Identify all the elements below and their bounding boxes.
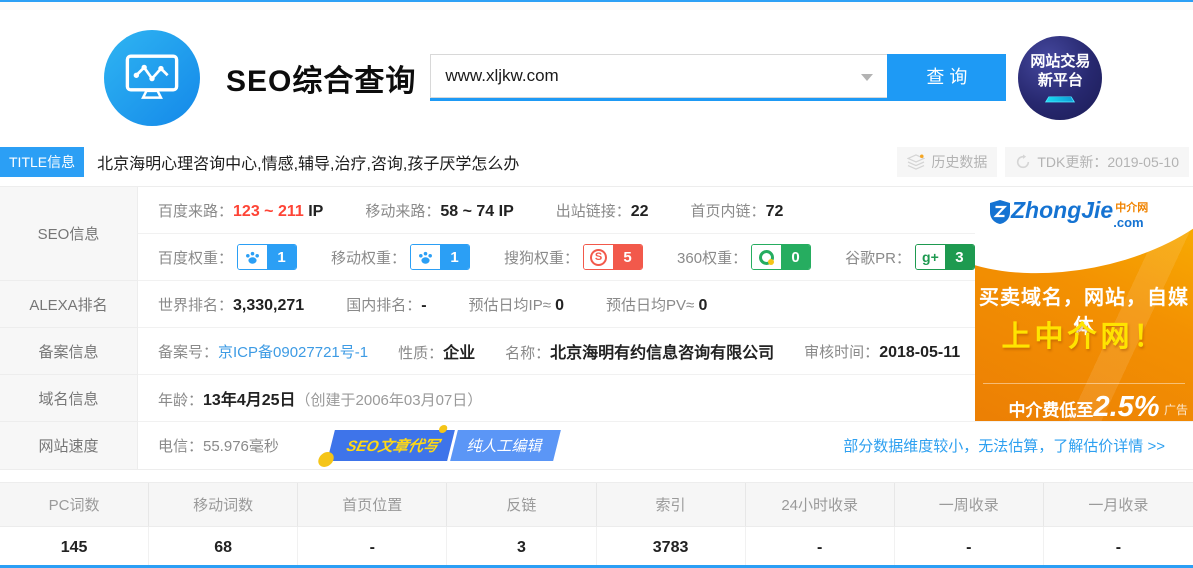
cn-rank: 国内排名：- xyxy=(346,294,426,315)
tdk-update-label: TDK更新：2019-05-10 xyxy=(1037,152,1179,172)
cell-pc-words: 145 xyxy=(0,527,149,568)
site-title-text: 北京海明心理咨询中心,情感,辅导,治疗,咨询,孩子厌学怎么办 xyxy=(97,150,519,174)
promo-line1: 网站交易 xyxy=(1030,52,1090,71)
ad-line2: 上中介网！ xyxy=(975,313,1193,355)
cell-24h-included: - xyxy=(746,527,895,568)
sidebar-item-seo-info: SEO信息 xyxy=(0,187,138,281)
history-data-label: 历史数据 xyxy=(931,152,987,172)
audit-date: 审核时间：2018-05-11 xyxy=(804,341,960,362)
google-plus-icon: g+ xyxy=(922,249,939,265)
cell-mobile-words: 68 xyxy=(149,527,298,568)
tdk-update-button[interactable]: TDK更新：2019-05-10 xyxy=(1005,147,1189,177)
baidu-weight-badge[interactable]: 1 xyxy=(237,244,297,270)
speed-row: 电信：55.976毫秒 SEO文章代写 纯人工编辑 部分数据维度较小，无法估算，… xyxy=(138,422,1193,469)
cell-month-included: - xyxy=(1044,527,1193,568)
query-button[interactable]: 查 询 xyxy=(887,54,1006,98)
sogou-weight-badge[interactable]: S 5 xyxy=(583,244,643,270)
so360-weight: 360权重： 0 xyxy=(677,244,811,270)
cell-home-position: - xyxy=(298,527,447,568)
icp-number-link[interactable]: 京ICP备09027721号-1 xyxy=(218,344,368,361)
promo-line2: 新平台 xyxy=(1038,71,1083,90)
seo-article-promo-badge[interactable]: SEO文章代写 纯人工编辑 xyxy=(327,430,560,461)
360-icon xyxy=(759,250,774,265)
seo-tool-logo xyxy=(104,30,200,126)
telecom-speed: 电信：55.976毫秒 xyxy=(158,435,279,456)
domain-age: 年龄：13年4月25日（创建于2006年03月07日） xyxy=(158,386,482,410)
page-title: SEO综合查询 xyxy=(226,56,416,100)
domain-age-row: 年龄：13年4月25日（创建于2006年03月07日） xyxy=(138,375,975,422)
cell-week-included: - xyxy=(895,527,1044,568)
baidu-weight: 百度权重： 1 xyxy=(158,244,297,270)
refresh-icon xyxy=(1015,154,1031,170)
col-header-24h-included: 24小时收录 xyxy=(746,483,895,527)
ad-tag-label: 广告 xyxy=(1164,401,1188,418)
platform-diamond-icon xyxy=(1045,96,1075,102)
search-bar: 查 询 xyxy=(430,54,1006,101)
alexa-row: 世界排名：3,330,271 国内排名：- 预估日均IP≈ 0 预估日均PV≈ … xyxy=(138,281,975,328)
monitor-chart-icon xyxy=(125,54,179,101)
sidebar-item-alexa: ALEXA排名 xyxy=(0,281,138,328)
title-bar: TITLE信息 北京海明心理咨询中心,情感,辅导,治疗,咨询,孩子厌学怎么办 历… xyxy=(0,145,1193,179)
mobile-weight: 移动权重： 1 xyxy=(331,244,470,270)
google-pr-badge[interactable]: g+ 3 xyxy=(915,244,975,270)
world-rank: 世界排名：3,330,271 xyxy=(158,294,304,315)
weights-row: 百度权重： 1 移动权重： 1 搜狗权重： S 5 xyxy=(138,234,975,281)
keyword-stats-table: PC词数 移动词数 首页位置 反链 索引 24小时收录 一周收录 一月收录 14… xyxy=(0,482,1193,568)
history-data-button[interactable]: 历史数据 xyxy=(897,147,997,177)
ad-divider xyxy=(983,383,1185,384)
mobile-traffic: 移动来路：58 ~ 74 IP xyxy=(365,200,513,221)
baidu-traffic: 百度来路：123 ~ 211 IP xyxy=(158,200,323,221)
domain-search-input[interactable] xyxy=(430,54,887,98)
beian-row: 备案号：京ICP备09027721号-1 性质：企业 名称：北京海明有约信息咨询… xyxy=(138,328,975,375)
layers-icon xyxy=(907,154,925,170)
traffic-row: 百度来路：123 ~ 211 IP 移动来路：58 ~ 74 IP 出站链接：2… xyxy=(138,187,975,234)
sidebar-item-domain: 域名信息 xyxy=(0,375,138,422)
title-info-badge: TITLE信息 xyxy=(0,147,84,177)
promo-badge-left: SEO文章代写 xyxy=(327,430,454,461)
homepage-internal-links: 首页内链：72 xyxy=(691,200,784,221)
shield-icon xyxy=(989,199,1011,225)
outbound-links: 出站链接：22 xyxy=(556,200,649,221)
promo-badge-right: 纯人工编辑 xyxy=(450,430,561,461)
zhongjie-logo: ZhongJie 中介网 .com xyxy=(989,199,1148,230)
top-accent-strip xyxy=(0,0,1193,10)
cell-backlinks: 3 xyxy=(447,527,596,568)
col-header-week-included: 一周收录 xyxy=(895,483,1044,527)
header: SEO综合查询 查 询 网站交易 新平台 xyxy=(0,10,1193,145)
so360-weight-badge[interactable]: 0 xyxy=(751,244,811,270)
col-header-mobile-words: 移动词数 xyxy=(149,483,298,527)
col-header-index: 索引 xyxy=(597,483,746,527)
site-nature: 性质：企业 xyxy=(398,339,475,363)
ad-line3: 中介费低至2.5% xyxy=(975,391,1193,422)
icp-number: 备案号：京ICP备09027721号-1 xyxy=(158,341,368,362)
chevron-down-icon[interactable] xyxy=(861,74,873,81)
cell-index: 3783 xyxy=(597,527,746,568)
col-header-home-position: 首页位置 xyxy=(298,483,447,527)
mobile-weight-badge[interactable]: 1 xyxy=(410,244,470,270)
est-daily-ip: 预估日均IP≈ 0 xyxy=(469,294,564,315)
sidebar-item-speed: 网站速度 xyxy=(0,422,138,469)
sogou-icon: S xyxy=(590,249,607,266)
col-header-pc-words: PC词数 xyxy=(0,483,149,527)
est-daily-pv: 预估日均PV≈ 0 xyxy=(606,294,707,315)
col-header-backlinks: 反链 xyxy=(447,483,596,527)
sogou-weight: 搜狗权重： S 5 xyxy=(504,244,643,270)
google-pr: 谷歌PR： g+ 3 xyxy=(845,244,975,270)
sidebar-item-beian: 备案信息 xyxy=(0,328,138,375)
baidu-paw-icon xyxy=(411,245,440,269)
site-trade-promo-badge[interactable]: 网站交易 新平台 xyxy=(1018,36,1102,120)
estimate-detail-link[interactable]: 部分数据维度较小，无法估算，了解估价详情 >> xyxy=(843,435,1165,456)
company-name: 名称：北京海明有约信息咨询有限公司 xyxy=(505,339,774,363)
zhongjie-ad[interactable]: ZhongJie 中介网 .com 买卖域名，网站，自媒体 上中介网！ 中介费低… xyxy=(975,187,1193,422)
col-header-month-included: 一月收录 xyxy=(1044,483,1193,527)
seo-info-panel: SEO信息 ALEXA排名 备案信息 域名信息 网站速度 百度来路：123 ~ … xyxy=(0,186,1193,470)
baidu-paw-icon xyxy=(238,245,267,269)
